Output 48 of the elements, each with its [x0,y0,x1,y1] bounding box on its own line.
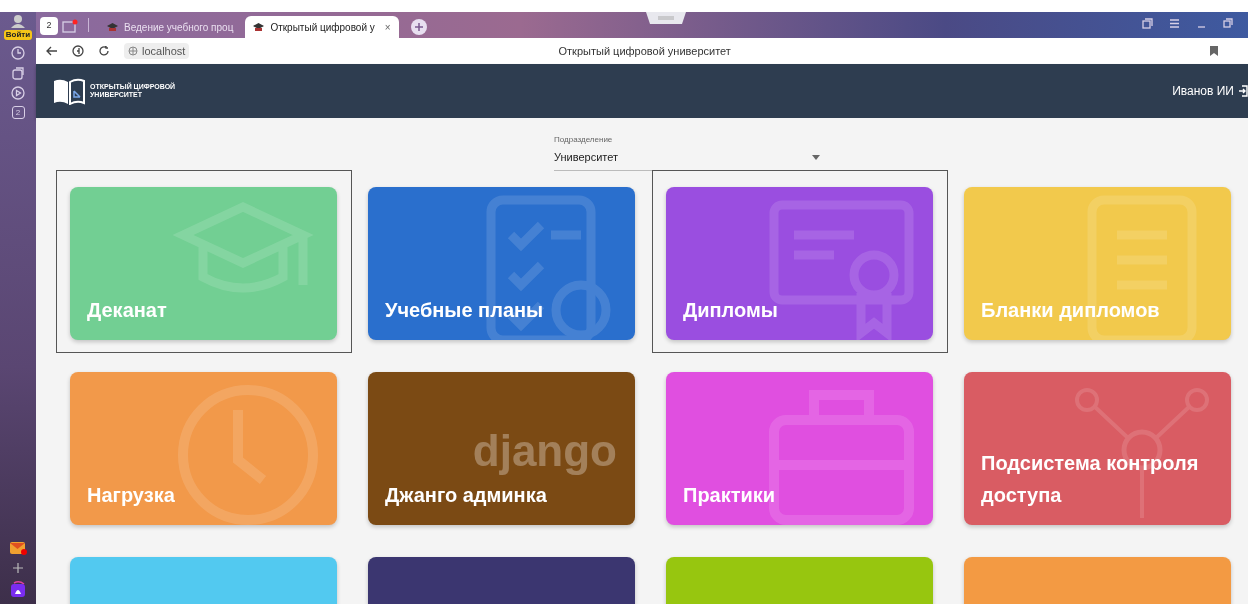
clock-icon[interactable] [11,46,25,60]
close-icon[interactable]: × [384,19,391,35]
page-title: Открытый цифровой университет [557,43,732,59]
mail-icon[interactable] [9,540,27,556]
module-tile[interactable]: Учебные планы [368,186,635,340]
tab-counter-button[interactable]: 2 [40,17,58,35]
module-title: Деканат [87,297,168,323]
module-title: Подсистема контроля доступа [981,450,1200,508]
open-book-icon [52,77,86,105]
module-tile[interactable]: Подсистема контроля доступа [964,371,1231,525]
module-title: Бланки дипломов [981,297,1161,323]
globe-icon [128,46,138,56]
plus-icon[interactable] [12,562,24,574]
counter-box[interactable]: 2 [11,106,25,119]
play-icon[interactable] [11,86,25,100]
browser-tab[interactable]: Ведение учебного проц [99,16,242,38]
module-title: Дипломы [683,297,779,323]
module-title: Джанго админка [385,482,548,508]
module-tile[interactable]: Дипломы [666,186,933,340]
new-tab-plus-icon[interactable] [410,19,427,35]
module-tile[interactable]: django Джанго админка [368,371,635,525]
graduation-cap-icon [107,22,118,32]
back-icon[interactable] [46,46,58,56]
field-label: Подразделение [554,134,614,146]
division-select[interactable]: Университет [554,146,820,171]
graduation-cap-icon [253,22,265,32]
logout-icon[interactable] [1238,85,1248,97]
browser-logo-icon[interactable] [72,45,84,57]
app-icon[interactable] [10,580,26,598]
module-title: Учебные планы [385,297,545,323]
module-title: Нагрузка [87,482,176,508]
tabs-icon[interactable] [11,66,25,80]
copy-icon[interactable] [1142,18,1153,29]
restore-icon[interactable] [1223,18,1234,29]
user-name[interactable]: Иванов ИИ [1172,82,1234,100]
reload-icon[interactable] [98,45,110,57]
avatar-icon[interactable] [10,14,26,28]
menu-icon[interactable] [1169,18,1180,29]
address-field[interactable]: localhost [124,42,190,60]
new-tab-icon[interactable] [62,19,78,33]
login-badge[interactable]: Войти [3,30,33,40]
bookmark-icon[interactable] [1210,46,1218,56]
module-tile[interactable]: Практики [666,371,933,525]
browser-tab[interactable]: Открытый цифровой у × [245,16,399,38]
drag-handle-icon[interactable] [646,12,686,24]
caret-icon [812,154,820,160]
module-title: Практики [683,482,777,508]
background-text: django [472,424,617,477]
